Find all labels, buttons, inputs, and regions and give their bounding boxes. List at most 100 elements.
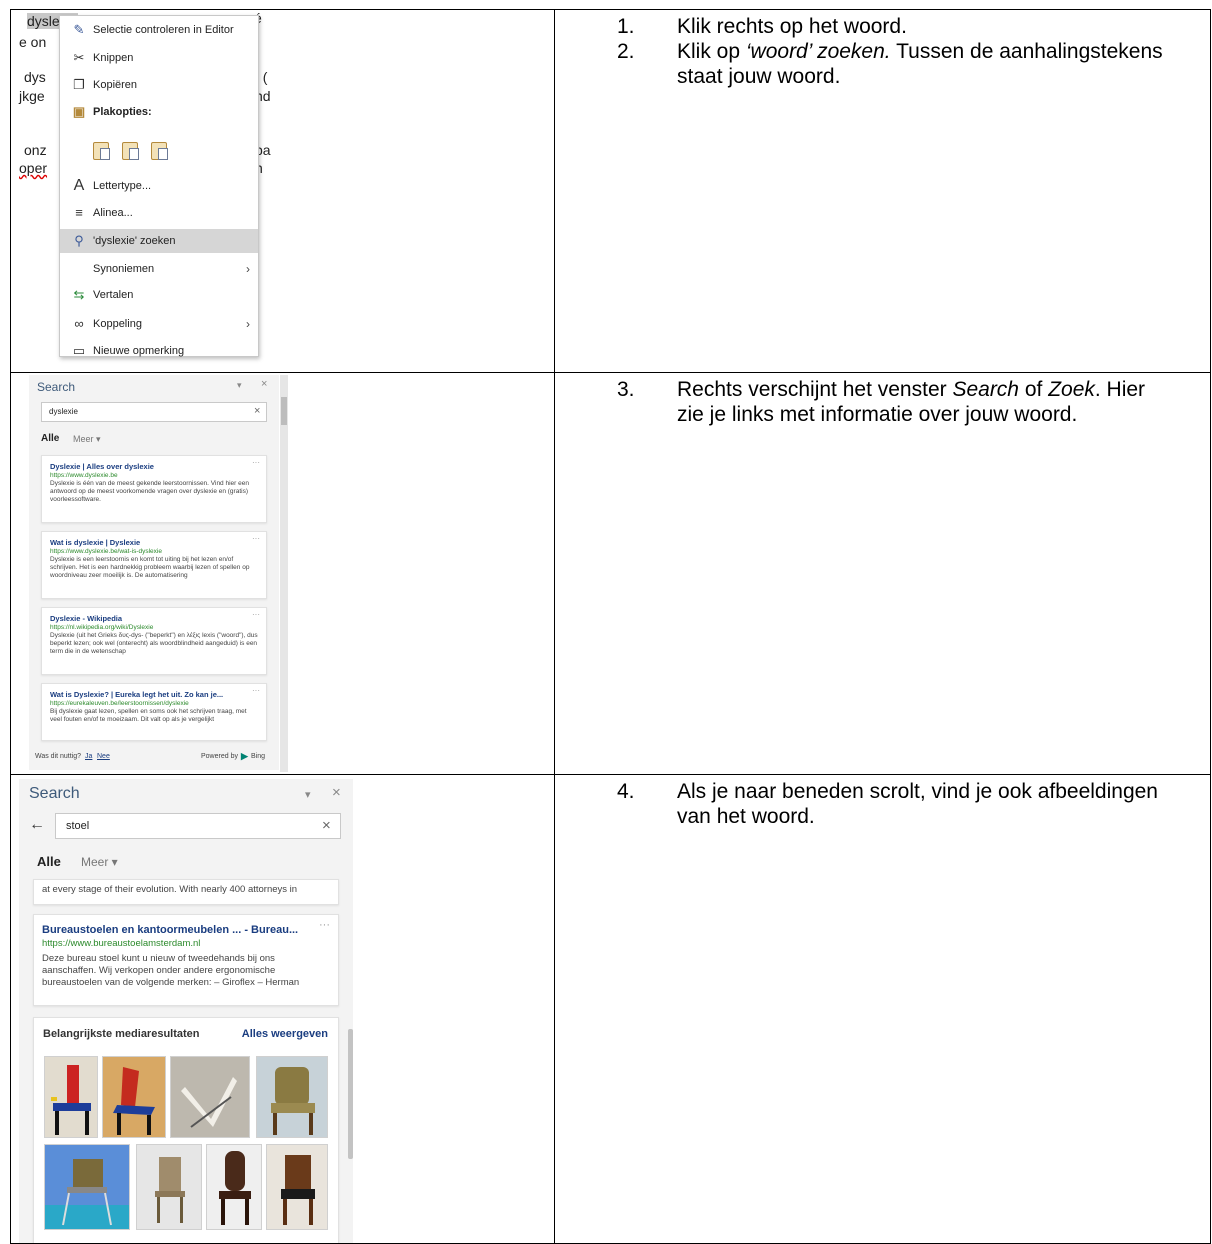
step-text: Search — [952, 378, 1019, 401]
more-options-icon[interactable]: ··· — [319, 919, 330, 931]
scrollbar[interactable] — [280, 375, 288, 772]
result-title[interactable]: Dyslexie | Alles over dyslexie — [50, 462, 258, 472]
search-pane-dyslexie: Search ▾ × dyslexie × Alle Meer ▾ Dyslex… — [29, 375, 279, 770]
copy-icon: ❐ — [73, 77, 85, 92]
doc-fragment: e on — [19, 34, 47, 50]
step-number: 1. — [617, 15, 635, 38]
more-options-icon[interactable]: ··· — [252, 535, 260, 543]
image-thumbnail[interactable] — [256, 1056, 328, 1138]
result-title[interactable]: Dyslexie - Wikipedia — [50, 614, 258, 624]
paste-options-row — [93, 142, 177, 163]
close-icon[interactable]: × — [261, 378, 267, 390]
menu-label: Nieuwe opmerking — [93, 345, 185, 357]
instruction-table: dyslexie é e on dys . ( jkge nd onz pa o… — [10, 0, 1212, 1244]
close-icon[interactable]: × — [332, 784, 341, 801]
show-all-link[interactable]: Alles weergeven — [242, 1028, 328, 1040]
search-result-card[interactable]: Wat is Dyslexie? | Eureka legt het uit. … — [41, 683, 267, 741]
menu-label: Alinea... — [93, 207, 133, 219]
step-text: of — [1019, 378, 1049, 401]
menu-label: Synoniemen — [93, 263, 155, 275]
menu-item-translate[interactable]: ⇆ Vertalen — [60, 283, 258, 307]
tab-more-label: Meer — [73, 434, 94, 444]
image-thumbnail[interactable] — [206, 1144, 262, 1230]
menu-item-paragraph[interactable]: ≡ Alinea... — [60, 201, 258, 225]
paste-merge-formatting-icon[interactable] — [122, 142, 140, 160]
result-url: https://eurekaleuven.be/leerstoornissen/… — [50, 700, 189, 707]
image-thumbnail[interactable] — [44, 1144, 130, 1230]
feedback-no-link[interactable]: Nee — [97, 753, 110, 760]
search-query: dyslexie — [49, 407, 78, 416]
media-results-header: Belangrijkste mediaresultaten — [43, 1028, 200, 1040]
tab-more[interactable]: Meer ▾ — [81, 855, 118, 869]
step-item: 1. Klik rechts op het woord. — [617, 14, 1177, 39]
menu-label: Knippen — [93, 52, 134, 64]
context-menu: ✎ Selectie controleren in Editor ✂ Knipp… — [59, 15, 259, 358]
paragraph-icon: ≡ — [75, 205, 83, 220]
scrollbar-thumb[interactable] — [348, 1029, 353, 1159]
screenshot-cell-image-results: Search ▾ × ← stoel × Alle Meer ▾ at ever… — [10, 774, 555, 1244]
search-result-card[interactable]: Dyslexie | Alles over dyslexie https://w… — [41, 455, 267, 523]
image-thumbnail[interactable] — [136, 1144, 202, 1230]
clear-icon[interactable]: × — [254, 405, 260, 417]
step-number: 4. — [617, 780, 635, 803]
image-thumbnail[interactable] — [102, 1056, 166, 1138]
search-input[interactable]: stoel × — [55, 813, 341, 839]
step-list: 4. Als je naar beneden scrolt, vind je oo… — [617, 779, 1177, 829]
tab-all[interactable]: Alle — [41, 433, 59, 444]
step-item: 3. Rechts verschijnt het venster Search o… — [617, 377, 1177, 427]
menu-label: Kopiëren — [93, 79, 138, 91]
image-thumbnail[interactable] — [170, 1056, 250, 1138]
step-text: Rechts verschijnt het venster — [677, 378, 953, 401]
menu-item-link[interactable]: ∞ Koppeling › — [60, 312, 258, 336]
editor-pen-icon: ✎ — [73, 22, 85, 37]
doc-fragment: oper — [19, 160, 48, 176]
bing-label: Bing — [251, 753, 266, 760]
menu-item-search[interactable]: ⚲ 'dyslexie' zoeken — [60, 229, 258, 253]
paste-text-only-icon[interactable] — [151, 142, 169, 160]
scrollbar-thumb[interactable] — [281, 397, 287, 425]
pane-options-icon[interactable]: ▾ — [305, 788, 311, 801]
doc-fragment: jkge — [19, 88, 45, 104]
search-result-card[interactable]: Wat is dyslexie | Dyslexie https://www.d… — [41, 531, 267, 599]
result-title[interactable]: Wat is dyslexie | Dyslexie — [50, 538, 258, 548]
more-options-icon[interactable]: ··· — [252, 611, 260, 619]
pane-options-icon[interactable]: ▾ — [237, 380, 242, 391]
more-options-icon[interactable]: ··· — [252, 459, 260, 467]
chevron-right-icon: › — [246, 317, 250, 331]
menu-item-copy[interactable]: ❐ Kopiëren — [60, 73, 258, 97]
menu-item-font[interactable]: A Lettertype... — [60, 174, 258, 198]
image-thumbnail[interactable] — [266, 1144, 328, 1230]
result-description: at every stage of their evolution. With … — [42, 884, 298, 895]
result-url: https://nl.wikipedia.org/wiki/Dyslexie — [50, 624, 154, 631]
menu-item-synonyms[interactable]: Synoniemen › — [60, 257, 258, 281]
tab-more-label: Meer — [81, 855, 109, 869]
menu-item-editor-check[interactable]: ✎ Selectie controleren in Editor — [60, 18, 258, 42]
menu-label: 'dyslexie' zoeken — [93, 235, 176, 247]
tab-more[interactable]: Meer ▾ — [73, 434, 101, 445]
search-result-card[interactable]: Dyslexie - Wikipedia https://nl.wikipedi… — [41, 607, 267, 675]
pane-title: Search — [29, 785, 80, 802]
pane-footer: Was dit nuttig? Ja Nee Powered by ▶ Bing — [29, 745, 279, 770]
search-input[interactable]: dyslexie × — [41, 402, 267, 422]
result-title[interactable]: Bureaustoelen en kantoormeubelen ... - B… — [42, 923, 330, 938]
result-title[interactable]: Wat is Dyslexie? | Eureka legt het uit. … — [50, 690, 258, 700]
feedback-yes-link[interactable]: Ja — [85, 753, 92, 760]
search-pane-stoel: Search ▾ × ← stoel × Alle Meer ▾ at ever… — [19, 779, 353, 1243]
menu-item-new-comment[interactable]: ▭ Nieuwe opmerking — [60, 339, 258, 363]
result-url: https://www.dyslexie.be — [50, 472, 118, 479]
screenshot-cell-search-pane: Search ▾ × dyslexie × Alle Meer ▾ Dyslex… — [10, 372, 555, 775]
search-result-card[interactable]: Bureaustoelen en kantoormeubelen ... - B… — [33, 914, 339, 1006]
menu-item-cut[interactable]: ✂ Knippen — [60, 46, 258, 70]
tab-all[interactable]: Alle — [37, 854, 61, 869]
more-options-icon[interactable]: ··· — [252, 687, 260, 695]
paste-keep-formatting-icon[interactable] — [93, 142, 110, 160]
clear-icon[interactable]: × — [322, 817, 331, 834]
result-description: Bij dyslexie gaat lezen, spellen en soms… — [50, 708, 247, 723]
back-arrow-icon[interactable]: ← — [29, 816, 45, 834]
search-result-card-partial[interactable]: at every stage of their evolution. With … — [33, 879, 339, 905]
image-thumbnail[interactable] — [44, 1056, 98, 1138]
step-item: 2. Klik op ‘woord’ zoeken. Tussen de aanh… — [617, 39, 1177, 89]
chevron-right-icon: › — [246, 262, 250, 276]
powered-by-label: Powered by — [201, 753, 238, 760]
step-text: Als je naar beneden scrolt, vind je ook … — [677, 780, 1158, 828]
